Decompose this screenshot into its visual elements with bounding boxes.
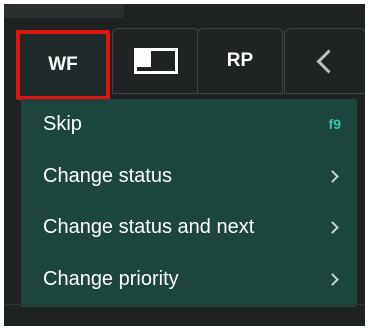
menu-item-label: Change priority [43, 267, 179, 290]
rp-tab-label: RP [226, 50, 254, 71]
menu-item-change-status-and-next[interactable]: Change status and next [21, 202, 357, 252]
top-strip [4, 4, 124, 18]
menu-item-label: Change status [43, 164, 172, 187]
menu-item-change-status[interactable]: Change status [21, 151, 357, 201]
menu-item-skip[interactable]: Skip f9 [21, 99, 357, 149]
shortcut-label: f9 [328, 116, 341, 132]
back-tab[interactable] [284, 28, 365, 94]
layout-tab[interactable] [112, 28, 200, 94]
dropdown-menu: Skip f9 Change status Change status and … [21, 99, 357, 307]
menu-item-label: Skip [43, 112, 82, 135]
chevron-right-icon [326, 272, 339, 286]
rp-tab[interactable]: RP [197, 28, 283, 94]
menu-item-label: Change status and next [43, 215, 255, 238]
app-window: WF RP Skip f9 Change status Change statu… [4, 4, 365, 326]
menu-item-change-priority[interactable]: Change priority [21, 254, 357, 304]
divider [4, 304, 365, 305]
screenshot-frame: WF RP Skip f9 Change status Change statu… [0, 0, 369, 331]
chevron-left-icon [315, 48, 341, 74]
wf-tab[interactable]: WF [16, 30, 110, 100]
layout-panel-icon [134, 48, 178, 74]
wf-tab-label: WF [48, 54, 78, 75]
chevron-right-icon [326, 220, 339, 234]
chevron-right-icon [326, 169, 339, 183]
